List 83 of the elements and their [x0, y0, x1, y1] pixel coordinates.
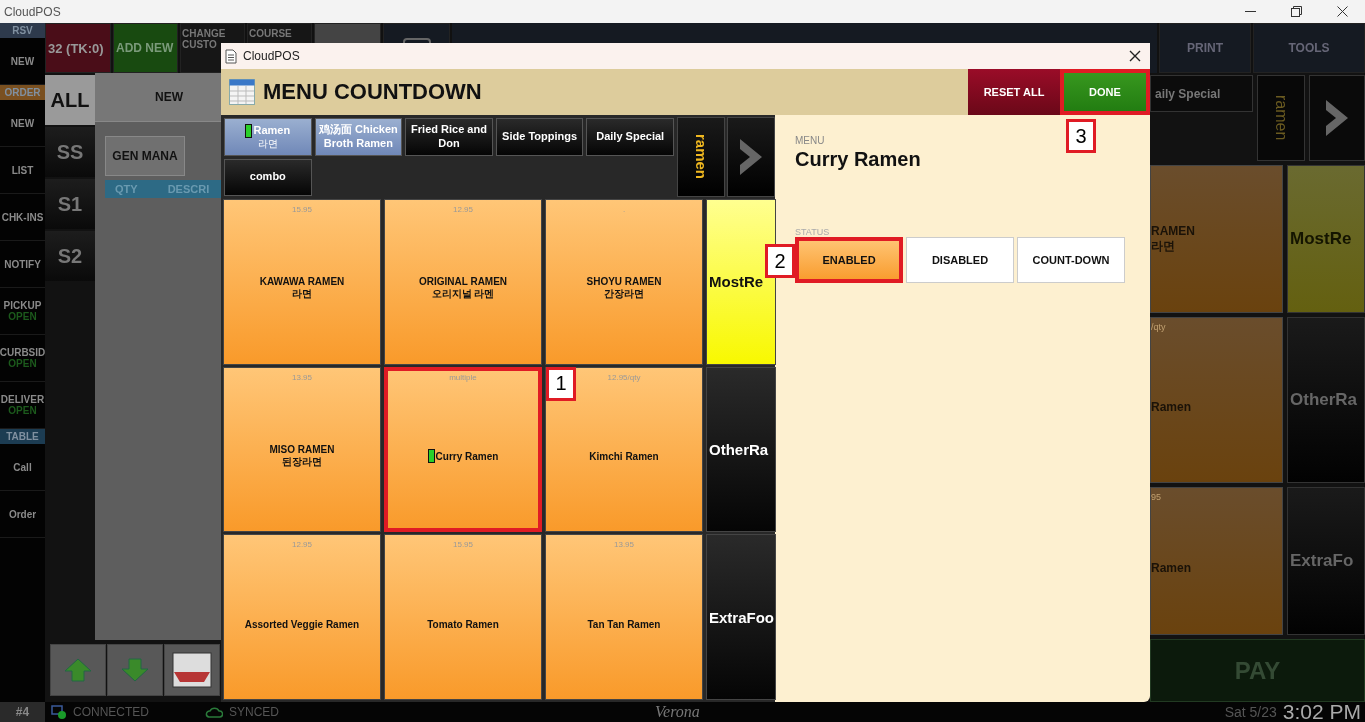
shortcut-button[interactable]: OtherRa [1287, 317, 1365, 483]
ticket-number[interactable]: 32 (TK:0) [45, 23, 111, 73]
shortcut-button[interactable]: ExtraFoo [706, 534, 776, 700]
shortcut-button[interactable]: ExtraFo [1287, 487, 1365, 635]
price-label: 15.95 [292, 204, 312, 214]
status-label: OPEN [8, 405, 37, 416]
field-label: STATUS [795, 227, 830, 237]
shortcut-button[interactable]: MostRe [706, 199, 776, 365]
status-option[interactable]: COUNT-DOWN [1017, 237, 1125, 283]
status-option[interactable]: ENABLED [795, 237, 903, 283]
menu-item-tile[interactable]: 12.95 Assorted Veggie Ramen [223, 534, 381, 700]
shortcut-button[interactable]: OtherRa [706, 366, 776, 533]
section-header: TABLE [0, 429, 45, 444]
price-label: /qty [1151, 321, 1166, 332]
step-number: 3 [1066, 119, 1096, 153]
category-tab[interactable]: Daily Special [586, 118, 674, 156]
dialog-title: CloudPOS [243, 49, 301, 63]
menu-item-tile[interactable]: 12.95 ORIGINAL RAMEN 오리지널 라멘 [384, 199, 542, 365]
price-label: 13.95 [614, 539, 634, 550]
location-name: Verona [655, 703, 700, 721]
menu-item-tile[interactable]: 13.95 Tan Tan Ramen [545, 534, 703, 700]
menu-item-tile[interactable]: 15.95 Tomato Ramen [384, 534, 542, 700]
price-label: 12.95/qty [607, 371, 641, 382]
sync-status: SYNCED [229, 705, 280, 719]
item-name: ORIGINAL RAMEN 오리지널 라멘 [418, 276, 508, 302]
price-label: 95 [1151, 491, 1161, 502]
toolbar-button[interactable]: TOOLS [1253, 23, 1365, 73]
category-tab[interactable]: 鸡汤面 Chicken Broth Ramen [314, 118, 403, 156]
category-tab[interactable]: Fried Rice and Don [405, 118, 493, 156]
toolbar-button[interactable]: ADD NEW [113, 23, 178, 73]
seat-tab[interactable]: S2 [45, 231, 95, 281]
item-name: Tomato Ramen [427, 618, 499, 630]
shortcut-button[interactable]: MostRe [1287, 165, 1365, 313]
reset-all-button[interactable]: RESET ALL [968, 69, 1060, 115]
item-name: KAWAWA RAMEN 라면 [259, 276, 345, 302]
category-tab[interactable]: aily Special [1150, 75, 1253, 113]
item-name: MISO RAMEN 된장라면 [269, 444, 335, 469]
menu-item-tile[interactable]: /qty Ramen [1150, 317, 1283, 483]
section-header: RSV [0, 23, 45, 38]
status-label: OPEN [8, 358, 37, 369]
date-label: Sat 5/23 [1224, 704, 1277, 720]
price-label: 13.95 [292, 371, 312, 382]
menu-item-tile[interactable]: . SHOYU RAMEN 간장라면 [545, 199, 703, 365]
price-label: 12.95 [453, 204, 473, 214]
menu-item-tile[interactable]: 95 Ramen [1150, 487, 1283, 635]
seat-tab[interactable]: SS [45, 127, 95, 177]
step-number: 1 [546, 366, 576, 401]
category-tab[interactable]: Ramen 라면 [224, 118, 312, 156]
item-name: Tan Tan Ramen [587, 618, 661, 630]
seat-tab[interactable]: ALL [45, 75, 95, 125]
step-number: 2 [765, 244, 795, 278]
price-label: 15.95 [453, 539, 473, 550]
done-button[interactable]: DONE [1060, 69, 1150, 115]
order-tab[interactable]: GEN MANA [105, 136, 185, 176]
price-label: multiple [449, 371, 477, 382]
menu-item-tile[interactable]: 15.95 KAWAWA RAMEN 라면 [223, 199, 381, 365]
price-label: . [622, 204, 626, 214]
section-header: ORDER [0, 85, 45, 100]
category-tab[interactable]: combo [224, 158, 312, 196]
clock-time: 3:02 PM [1282, 700, 1362, 722]
toolbar-button[interactable]: PRINT [1159, 23, 1251, 73]
status-label: OPEN [8, 311, 37, 322]
status-option[interactable]: DISABLED [906, 237, 1014, 283]
menu-item-tile[interactable]: 13.95 MISO RAMEN 된장라면 [223, 366, 381, 533]
menu-item-tile[interactable]: multiple Curry Ramen [384, 366, 542, 533]
column-header: DESCRI [167, 183, 210, 195]
category-tab[interactable]: Side Toppings [495, 118, 584, 156]
item-name: Curry Ramen [427, 449, 499, 464]
field-label: MENU [795, 135, 825, 146]
item-name: Ramen [1151, 400, 1191, 414]
group-button[interactable]: ramen [677, 117, 725, 197]
station-number: #4 [0, 702, 45, 722]
item-name: Ramen [1151, 561, 1191, 575]
window-title: CloudPOS [4, 4, 62, 19]
column-header: QTY [115, 183, 138, 195]
price-label: 12.95 [292, 539, 312, 550]
item-name: Assorted Veggie Ramen [244, 618, 360, 630]
item-name: RAMEN 라면 [1151, 223, 1195, 255]
item-name: SHOYU RAMEN 간장라면 [586, 276, 662, 302]
item-name: Kimchi Ramen [589, 451, 659, 462]
item-title: Curry Ramen [795, 148, 921, 171]
seat-tab[interactable]: S1 [45, 179, 95, 229]
connection-status: CONNECTED [73, 705, 149, 719]
